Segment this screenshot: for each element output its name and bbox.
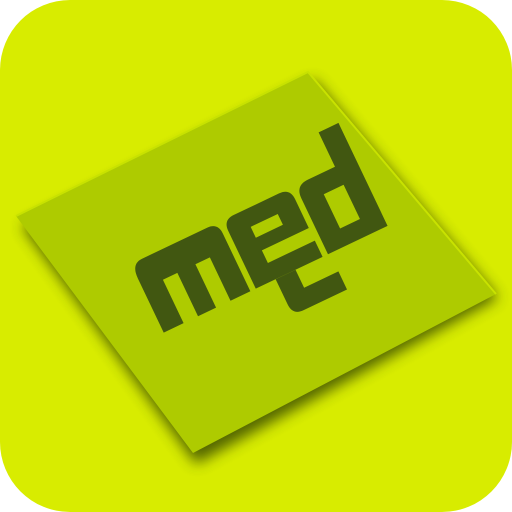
app-icon[interactable] <box>0 0 512 512</box>
app-icon-graphic <box>0 0 512 512</box>
